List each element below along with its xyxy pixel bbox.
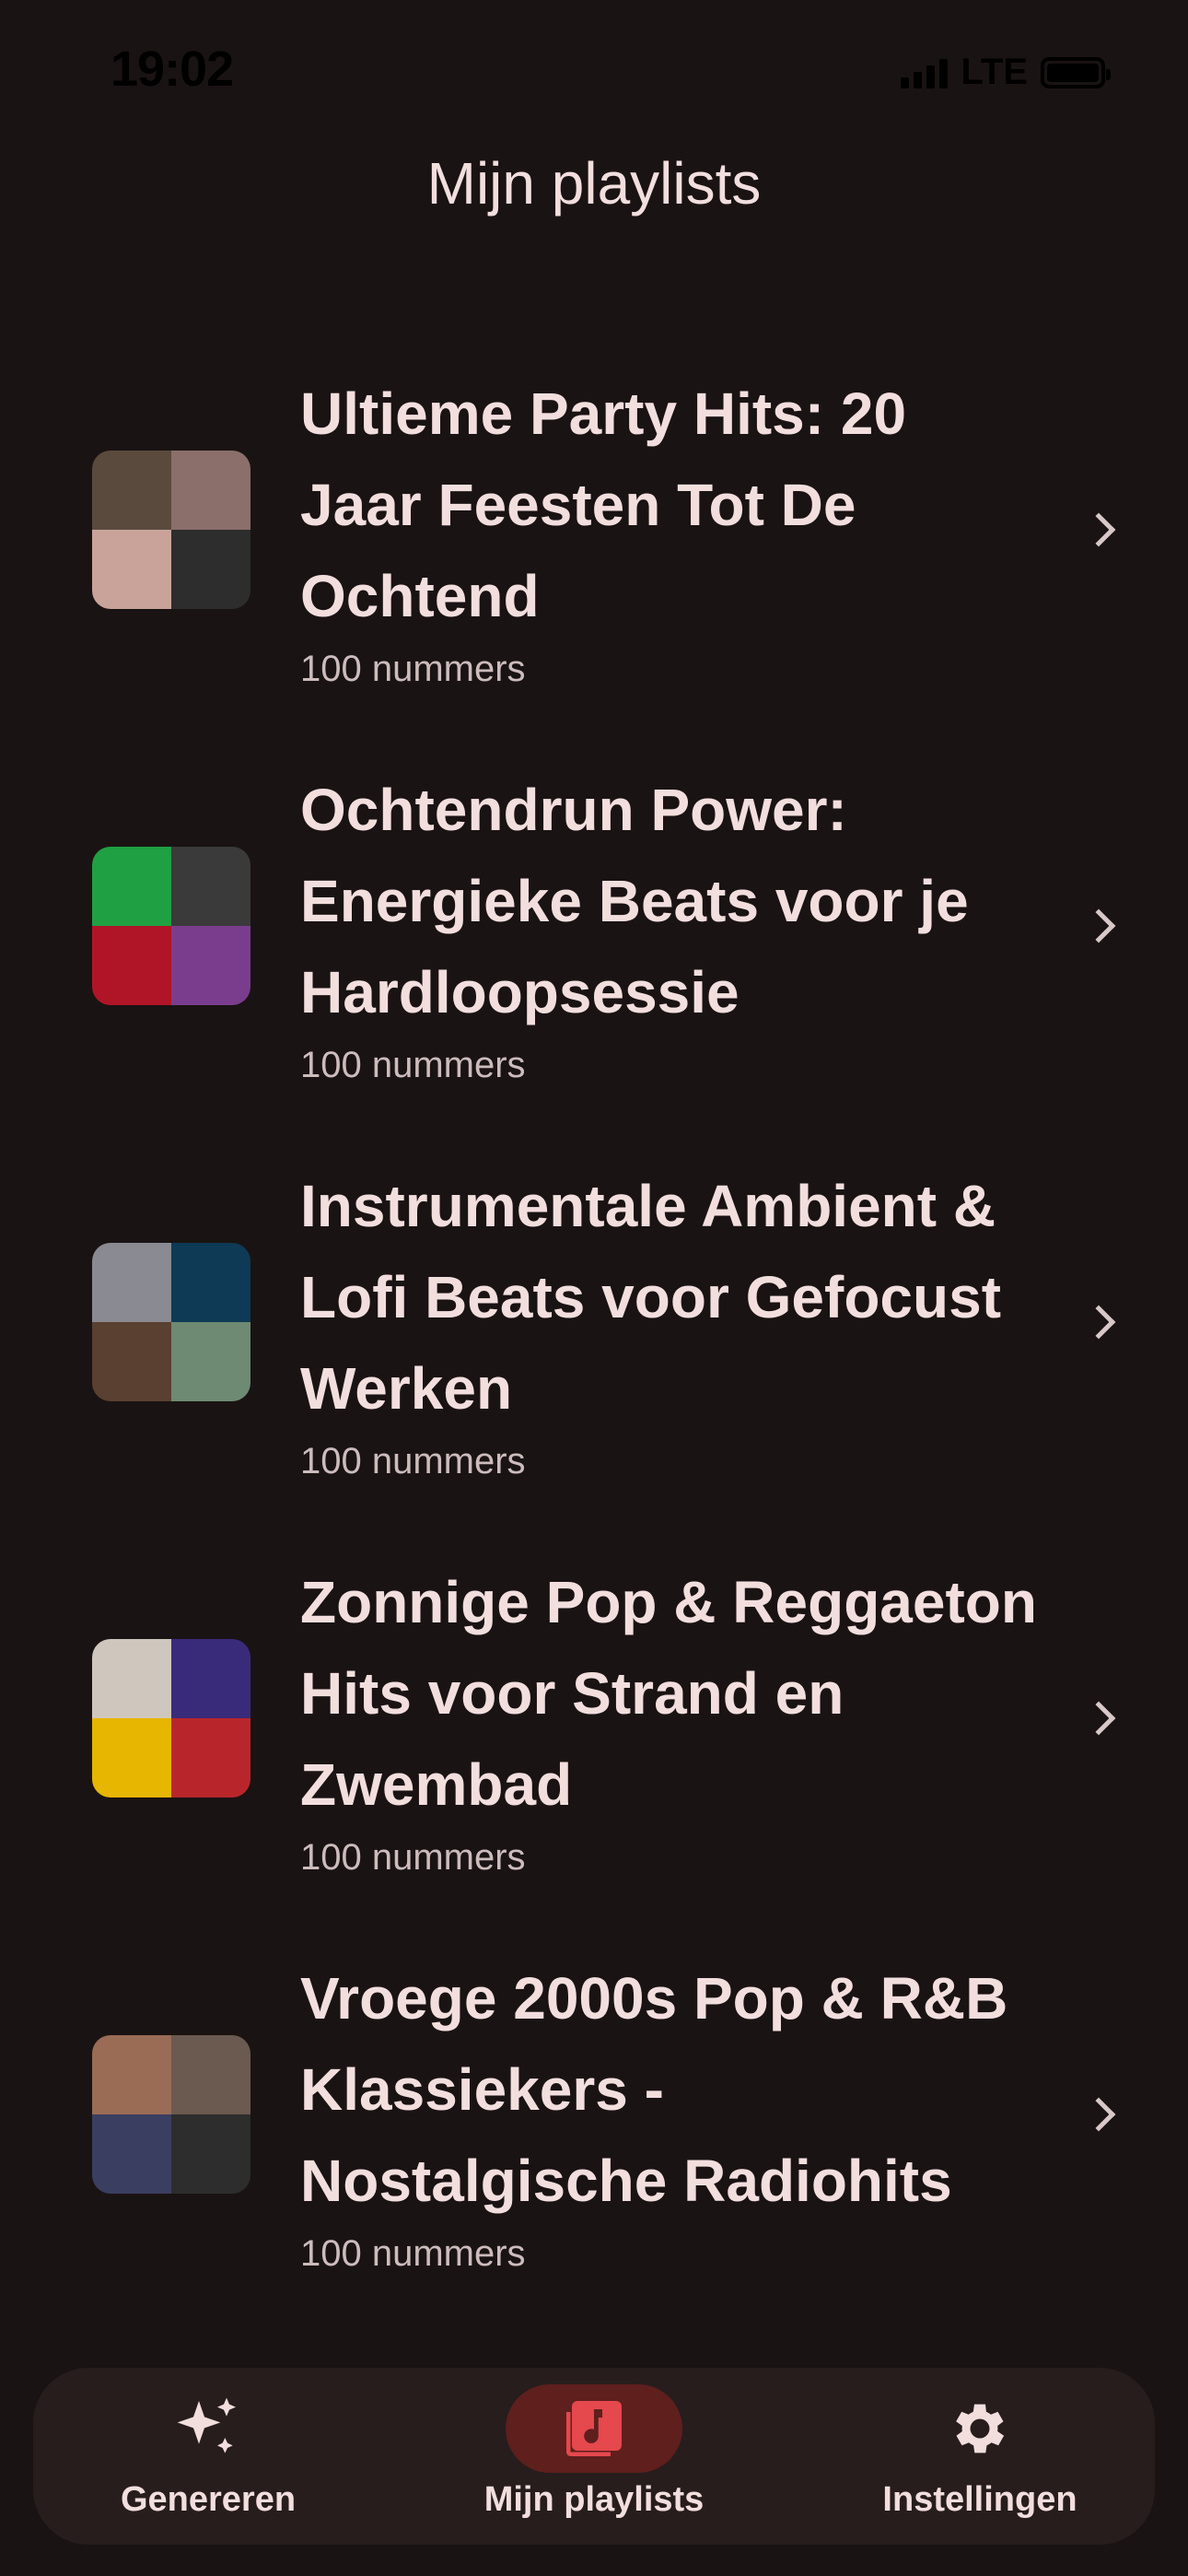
- playlist-cover: [92, 1639, 250, 1797]
- playlist-count: 100 nummers: [300, 2232, 526, 2274]
- music-library-icon: [561, 2395, 627, 2462]
- gear-icon: [947, 2395, 1013, 2462]
- playlist-item[interactable]: Ultieme Party Hits: 20 Jaar Feesten Tot …: [0, 332, 1188, 728]
- battery-icon: [1041, 56, 1111, 88]
- playlist-count: 100 nummers: [300, 1044, 526, 1085]
- playlist-count: 100 nummers: [300, 648, 526, 689]
- signal-icon: [901, 57, 949, 88]
- playlist-item[interactable]: Zonnige Pop & Reggaeton Hits voor Strand…: [0, 1520, 1188, 1916]
- playlist-title: Zonnige Pop & Reggaeton Hits voor Strand…: [300, 1568, 1037, 1818]
- chevron-right-icon: [1081, 1305, 1116, 1340]
- playlist-cover: [92, 847, 250, 1005]
- nav-label-my-playlists: Mijn playlists: [483, 2480, 705, 2519]
- playlist-list: Ultieme Party Hits: 20 Jaar Feesten Tot …: [0, 332, 1188, 2313]
- nav-item-my-playlists[interactable]: Mijn playlists: [474, 2368, 714, 2545]
- screen: 19:02 LTE Mijn playlists Ultieme Party H…: [0, 0, 1188, 2576]
- page-title: Mijn playlists: [426, 150, 762, 217]
- status-time: 19:02: [111, 41, 234, 97]
- playlist-count: 100 nummers: [300, 1836, 526, 1878]
- status-indicators: LTE: [901, 52, 1111, 93]
- playlist-title: Vroege 2000s Pop & R&B Klassiekers - Nos…: [300, 1964, 1008, 2214]
- playlist-item[interactable]: Instrumentale Ambient & Lofi Beats voor …: [0, 1124, 1188, 1520]
- chevron-right-icon: [1081, 908, 1116, 943]
- playlist-cover: [92, 1243, 250, 1401]
- playlist-cover: [92, 2035, 250, 2194]
- nav-label-generate: Genereren: [120, 2480, 297, 2519]
- playlist-title: Ochtendrun Power: Energieke Beats voor j…: [300, 776, 969, 1025]
- bottom-navigation: Genereren Mijn playlists Instellingen: [33, 2368, 1155, 2545]
- playlist-title: Ultieme Party Hits: 20 Jaar Feesten Tot …: [300, 380, 907, 629]
- nav-item-settings[interactable]: Instellingen: [860, 2368, 1100, 2545]
- nav-item-generate[interactable]: Genereren: [88, 2368, 328, 2545]
- playlist-item[interactable]: Vroege 2000s Pop & R&B Klassiekers - Nos…: [0, 1916, 1188, 2313]
- chevron-right-icon: [1081, 512, 1116, 547]
- chevron-right-icon: [1081, 2097, 1116, 2132]
- playlist-count: 100 nummers: [300, 1440, 526, 1481]
- playlist-cover: [92, 451, 250, 609]
- network-label: LTE: [961, 52, 1028, 92]
- playlist-item[interactable]: Ochtendrun Power: Energieke Beats voor j…: [0, 728, 1188, 1124]
- sparkle-icon: [171, 2392, 245, 2465]
- nav-label-settings: Instellingen: [882, 2480, 1077, 2519]
- status-bar: 19:02 LTE: [0, 0, 1188, 138]
- chevron-right-icon: [1081, 1701, 1116, 1736]
- playlist-title: Instrumentale Ambient & Lofi Beats voor …: [300, 1172, 1001, 1422]
